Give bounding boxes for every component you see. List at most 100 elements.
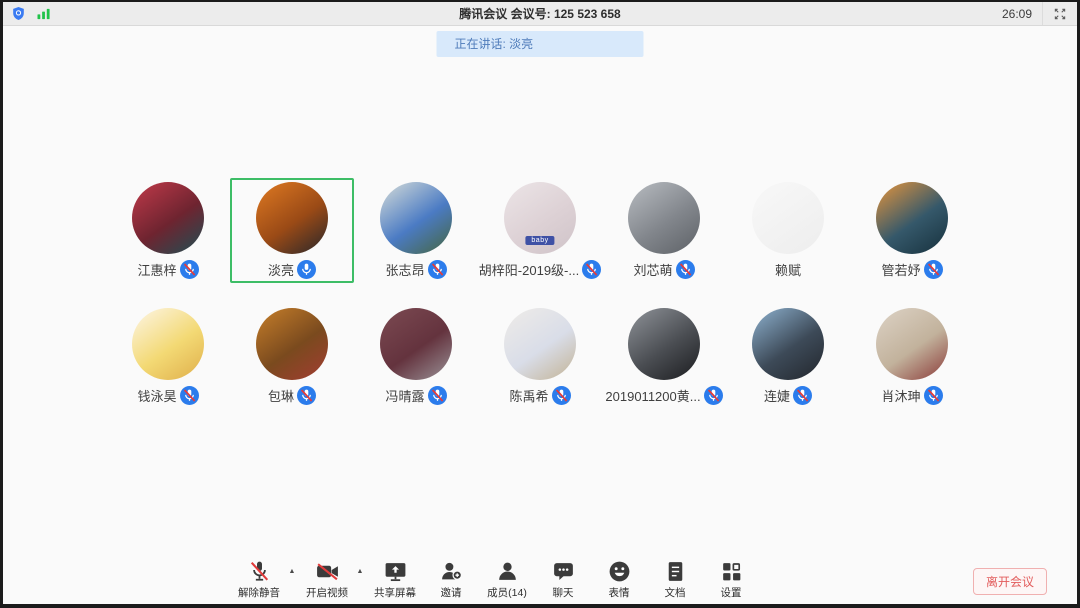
- meeting-title: 腾讯会议 会议号: 125 523 658: [3, 5, 1077, 22]
- participant-tile[interactable]: 2019011200黄...: [602, 304, 726, 409]
- participant-avatar: [256, 308, 328, 380]
- mic-status-icon[interactable]: [297, 260, 316, 279]
- participant-avatar: [752, 182, 824, 254]
- participant-avatar: [628, 308, 700, 380]
- participant-tile[interactable]: 肖沐珅: [850, 304, 974, 409]
- toolbar-button-label: 成员(14): [487, 585, 527, 600]
- network-signal-icon[interactable]: [36, 7, 52, 20]
- invite-person-icon: [439, 559, 464, 584]
- toolbar-button-label: 邀请: [441, 585, 462, 600]
- participant-tile[interactable]: 包琳: [230, 304, 354, 409]
- mic-status-icon[interactable]: [676, 260, 695, 279]
- toolbar-button-label: 表情: [609, 585, 630, 600]
- toolbar-button[interactable]: 文档: [647, 559, 703, 600]
- mic-status-icon[interactable]: [582, 260, 601, 279]
- toolbar-button-label: 文档: [665, 585, 686, 600]
- participant-name: 刘芯萌: [633, 260, 672, 279]
- toolbar-button[interactable]: 邀请: [423, 559, 479, 600]
- meeting-duration: 26:09: [992, 7, 1042, 21]
- mic-status-icon[interactable]: [704, 386, 723, 405]
- participant-avatar: [876, 308, 948, 380]
- participant-name: 陈禹希: [509, 386, 548, 405]
- participant-avatar: [132, 308, 204, 380]
- participant-name: 冯晴露: [385, 386, 424, 405]
- leave-meeting-button[interactable]: 离开会议: [973, 568, 1047, 595]
- toolbar: 解除静音 ▲ 开启视频 ▲ 共享屏幕 邀请 成员(14) 聊天 表情 文档 设置: [231, 559, 759, 600]
- participant-tile[interactable]: baby 胡梓阳-2019级-...: [478, 178, 602, 283]
- expand-caret[interactable]: ▲: [287, 568, 297, 575]
- settings-grid-icon: [719, 559, 744, 584]
- mic-status-icon[interactable]: [793, 386, 812, 405]
- participant-tile[interactable]: 淡亮: [230, 178, 354, 283]
- toolbar-button-label: 设置: [721, 585, 742, 600]
- participant-avatar: [628, 182, 700, 254]
- avatar-label: baby: [525, 236, 554, 245]
- mic-status-icon[interactable]: [924, 260, 943, 279]
- mic-status-icon[interactable]: [297, 386, 316, 405]
- toolbar-button-label: 开启视频: [306, 585, 348, 600]
- participant-name: 江惠梓: [137, 260, 176, 279]
- participant-tile[interactable]: 陈禹希: [478, 304, 602, 409]
- chat-bubble-icon: [551, 559, 576, 584]
- emoji-smiley-icon: [607, 559, 632, 584]
- document-icon: [663, 559, 688, 584]
- mic-status-icon[interactable]: [552, 386, 571, 405]
- participant-row-1: 江惠梓 淡亮: [3, 178, 1077, 283]
- participant-name: 胡梓阳-2019级-...: [479, 260, 579, 279]
- participant-avatar: [132, 182, 204, 254]
- toolbar-button[interactable]: 设置: [703, 559, 759, 600]
- toolbar-button-label: 共享屏幕: [374, 585, 416, 600]
- toolbar-button[interactable]: 聊天: [535, 559, 591, 600]
- speaking-banner-text: 正在讲话: 淡亮: [455, 37, 534, 51]
- toolbar-button[interactable]: 表情: [591, 559, 647, 600]
- toolbar-button[interactable]: 成员(14): [479, 559, 535, 600]
- participant-avatar: [380, 182, 452, 254]
- mic-status-icon[interactable]: [924, 386, 943, 405]
- security-shield-icon[interactable]: [11, 6, 26, 21]
- participant-avatar: [876, 182, 948, 254]
- meeting-window: 腾讯会议 会议号: 125 523 658 26:09 正在讲话: 淡亮 江惠梓: [0, 0, 1080, 608]
- participant-tile[interactable]: 刘芯萌: [602, 178, 726, 283]
- participant-tile[interactable]: 钱泳昊: [106, 304, 230, 409]
- toolbar-button[interactable]: 开启视频: [299, 559, 355, 600]
- members-person-icon: [495, 559, 520, 584]
- participant-name: 管若妤: [881, 260, 920, 279]
- participant-name: 包琳: [268, 386, 294, 405]
- toolbar-button[interactable]: 共享屏幕: [367, 559, 423, 600]
- participant-tile[interactable]: 冯晴露: [354, 304, 478, 409]
- fullscreen-icon[interactable]: [1042, 2, 1077, 25]
- participant-tile[interactable]: 张志昂: [354, 178, 478, 283]
- titlebar: 腾讯会议 会议号: 125 523 658 26:09: [3, 2, 1077, 26]
- mic-off-icon: [247, 559, 272, 584]
- mic-status-icon[interactable]: [428, 386, 447, 405]
- participant-grid: 江惠梓 淡亮: [3, 26, 1077, 409]
- toolbar-button-label: 聊天: [553, 585, 574, 600]
- participant-avatar: [752, 308, 824, 380]
- meeting-stage: 正在讲话: 淡亮 江惠梓 淡亮: [3, 26, 1077, 604]
- expand-caret[interactable]: ▲: [355, 568, 365, 575]
- screen-share-icon: [383, 559, 408, 584]
- camera-off-icon: [315, 559, 340, 584]
- participant-name: 2019011200黄...: [605, 386, 700, 405]
- participant-name: 钱泳昊: [137, 386, 176, 405]
- mic-status-icon[interactable]: [180, 386, 199, 405]
- participant-tile[interactable]: 连婕: [726, 304, 850, 409]
- participant-avatar: baby: [504, 182, 576, 254]
- participant-avatar: [256, 182, 328, 254]
- participant-name: 赖赋: [775, 260, 801, 279]
- speaking-banner: 正在讲话: 淡亮: [437, 31, 644, 57]
- participant-tile[interactable]: 管若妤: [850, 178, 974, 283]
- participant-name: 肖沐珅: [881, 386, 920, 405]
- participant-tile[interactable]: 赖赋: [726, 178, 850, 283]
- participant-avatar: [380, 308, 452, 380]
- mic-status-icon[interactable]: [180, 260, 199, 279]
- participant-avatar: [504, 308, 576, 380]
- participant-row-2: 钱泳昊 包琳: [3, 304, 1077, 409]
- participant-tile[interactable]: 江惠梓: [106, 178, 230, 283]
- toolbar-button-label: 解除静音: [238, 585, 280, 600]
- participant-name: 连婕: [764, 386, 790, 405]
- participant-name: 张志昂: [385, 260, 424, 279]
- toolbar-button[interactable]: 解除静音: [231, 559, 287, 600]
- participant-name: 淡亮: [268, 260, 294, 279]
- mic-status-icon[interactable]: [428, 260, 447, 279]
